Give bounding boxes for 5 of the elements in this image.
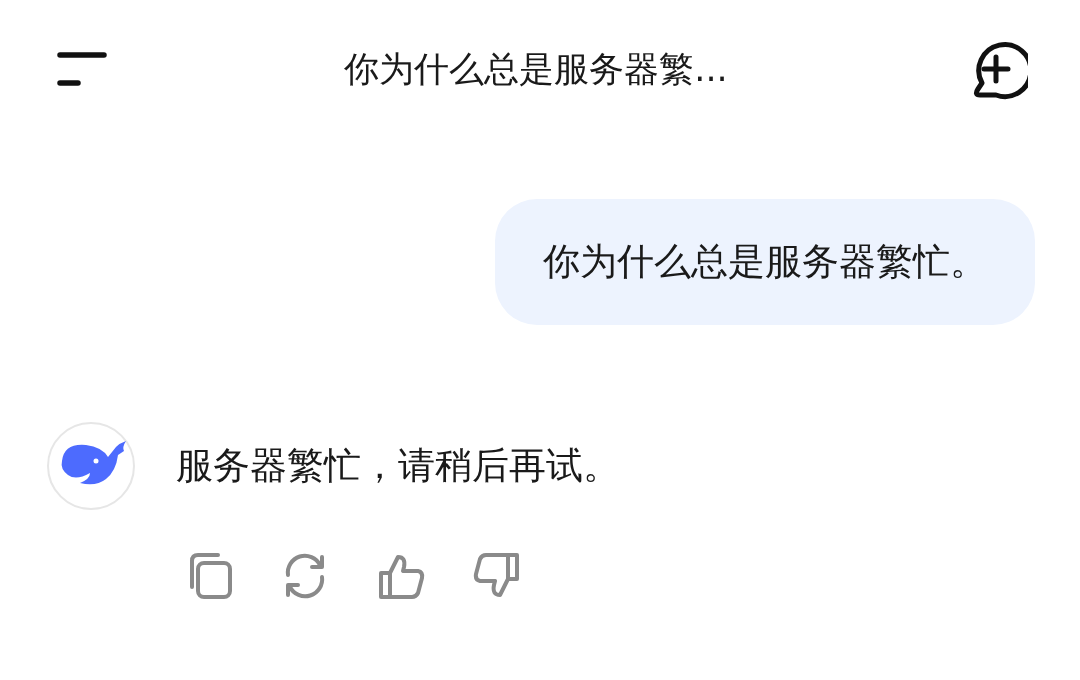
chat-title: 你为什么总是服务器繁... [344, 47, 728, 91]
whale-avatar-icon [46, 421, 136, 511]
user-message: 你为什么总是服务器繁忙。 [495, 199, 1035, 325]
assistant-message: 服务器繁忙，请稍后再试。 [176, 443, 620, 489]
menu-icon[interactable] [56, 51, 108, 87]
